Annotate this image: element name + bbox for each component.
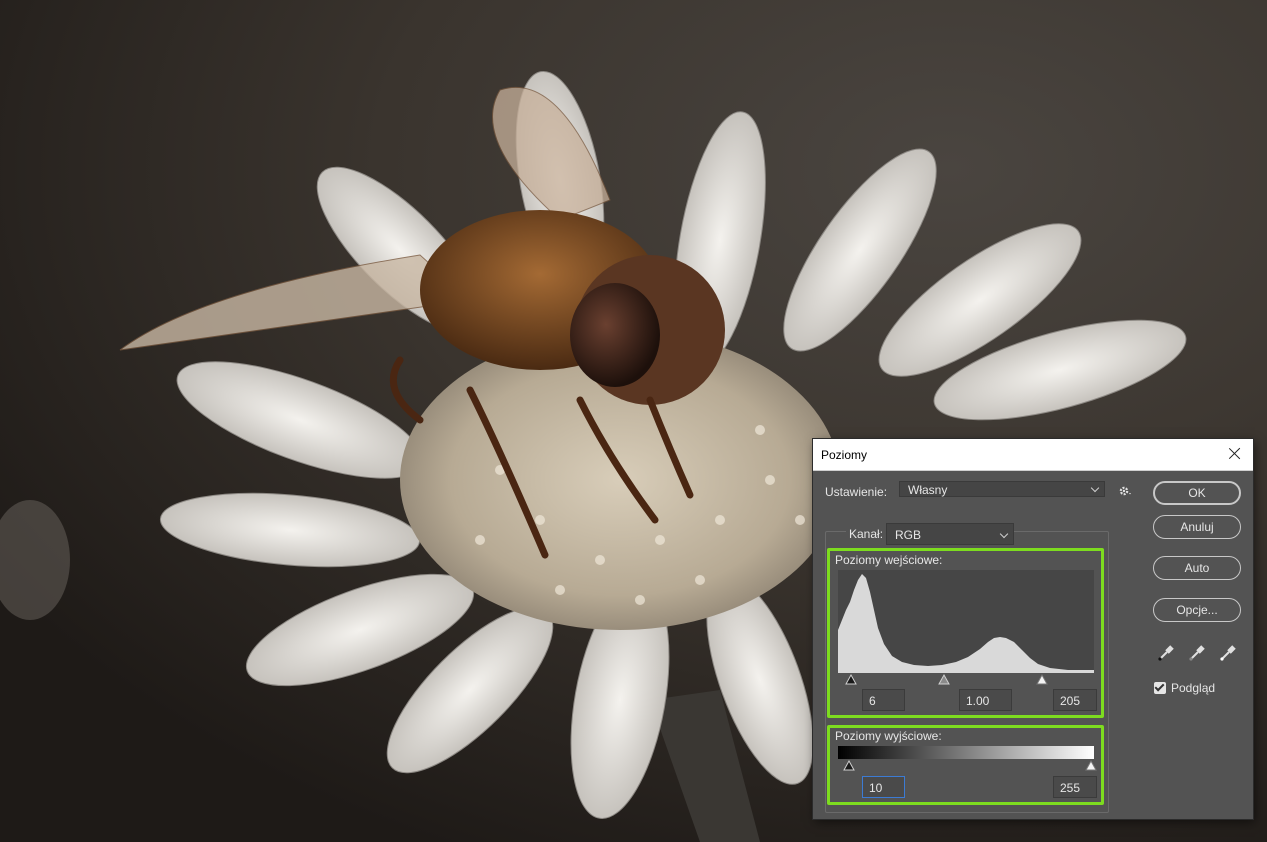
input-white-field[interactable]: 205 <box>1053 689 1097 711</box>
input-levels-label: Poziomy wejściowe: <box>835 553 943 567</box>
input-gamma-field[interactable]: 1.00 <box>959 689 1012 711</box>
preview-label: Podgląd <box>1171 681 1216 695</box>
output-black-field[interactable]: 10 <box>862 776 905 798</box>
gray-eyedropper-icon[interactable] <box>1188 644 1206 662</box>
output-gradient-bar <box>838 746 1094 759</box>
channel-select[interactable]: RGB <box>886 523 1014 545</box>
cancel-button[interactable]: Anuluj <box>1153 515 1241 539</box>
preview-checkbox[interactable] <box>1154 682 1166 694</box>
levels-dialog: Poziomy Ustawienie: Własny Kanał: RGB Po… <box>813 439 1253 819</box>
chevron-down-icon <box>999 529 1009 539</box>
histogram-graph <box>838 574 1094 673</box>
black-eyedropper-icon[interactable] <box>1157 644 1175 662</box>
preset-select[interactable]: Własny <box>899 481 1105 497</box>
channel-value: RGB <box>895 528 922 542</box>
output-white-field[interactable]: 255 <box>1053 776 1097 798</box>
ok-button[interactable]: OK <box>1153 481 1241 505</box>
preset-label: Ustawienie: <box>825 485 888 499</box>
auto-button[interactable]: Auto <box>1153 556 1241 580</box>
output-levels-label: Poziomy wyjściowe: <box>835 729 942 743</box>
dialog-title: Poziomy <box>821 448 868 462</box>
input-black-field[interactable]: 6 <box>862 689 905 711</box>
close-icon[interactable] <box>1225 444 1245 464</box>
dialog-titlebar[interactable]: Poziomy <box>813 439 1253 471</box>
channel-label: Kanał: <box>846 527 887 541</box>
preset-value: Własny <box>908 483 948 497</box>
gear-icon[interactable] <box>1118 484 1132 498</box>
options-button[interactable]: Opcje... <box>1153 598 1241 622</box>
histogram <box>838 570 1094 673</box>
white-eyedropper-icon[interactable] <box>1219 644 1237 662</box>
chevron-down-icon <box>1090 483 1100 493</box>
